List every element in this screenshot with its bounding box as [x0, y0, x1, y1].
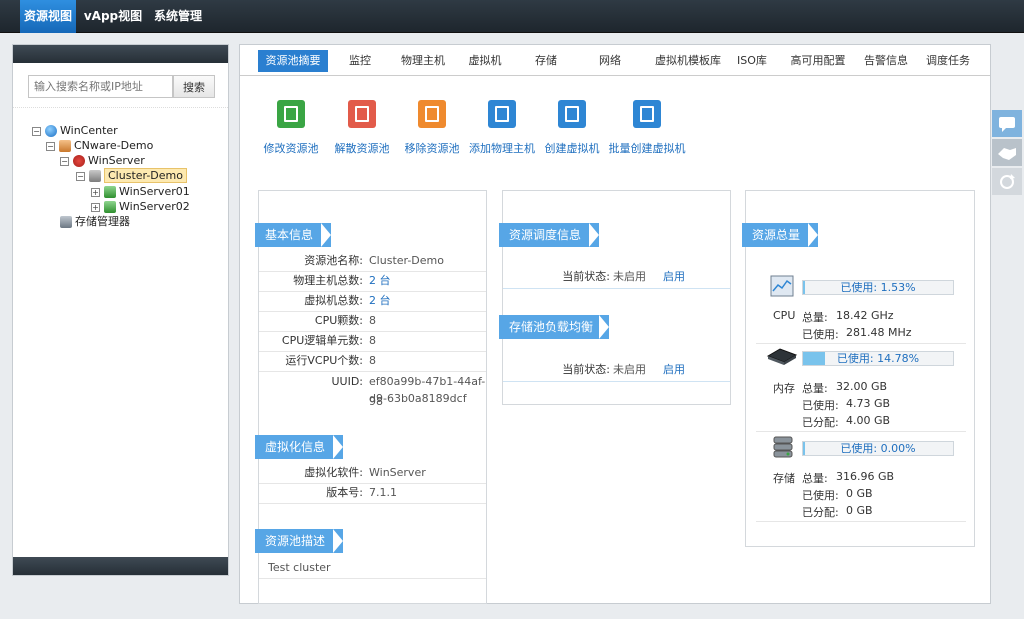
enable-storage-lb-link[interactable]: 启用	[663, 360, 685, 380]
batch-create-icon	[633, 100, 661, 128]
refresh-icon[interactable]	[992, 168, 1022, 196]
tab-vm-template-library[interactable]: 虚拟机模板库	[644, 50, 732, 72]
tab-virtual-machines[interactable]: 虚拟机	[462, 50, 508, 72]
collapse-toggle-icon[interactable]: −	[46, 141, 55, 151]
tree-node-datacenter[interactable]: − CNware-Demo	[46, 138, 153, 153]
add-host-icon	[488, 100, 516, 128]
tab-physical-hosts[interactable]: 物理主机	[395, 50, 451, 72]
winserver-logo-icon	[73, 155, 85, 167]
scheduling-card: 资源调度信息 当前状态: 未启用 启用 存储池负载均衡 当前状态: 未启用 启用	[499, 190, 731, 405]
search-button[interactable]: 搜索	[173, 75, 215, 98]
kv-uuid-cont: d9-63b0a8189dcf	[369, 392, 467, 405]
collapse-toggle-icon[interactable]: −	[60, 156, 69, 166]
dissolve-pool-button[interactable]: 解散资源池	[322, 100, 402, 156]
tab-iso-library[interactable]: ISO库	[732, 50, 772, 72]
memory-usage-bar: 已使用: 14.78%	[802, 351, 954, 366]
storage-disk-icon	[773, 436, 793, 458]
resource-pool-summary-panel: 资源池摘要 监控 物理主机 虚拟机 存储 网络 虚拟机模板库 ISO库 高可用配…	[239, 44, 991, 604]
collapse-toggle-icon[interactable]: −	[76, 171, 85, 181]
host-icon	[104, 186, 116, 198]
tab-network[interactable]: 网络	[588, 50, 632, 72]
tree-node-host2[interactable]: + WinServer02	[91, 199, 190, 214]
tree-node-cluster[interactable]: − Cluster-Demo	[76, 168, 187, 183]
tree-node-wincenter[interactable]: − WinCenter	[32, 123, 118, 138]
divider	[13, 107, 228, 108]
cpu-usage-bar: 已使用: 1.53%	[802, 280, 954, 295]
nav-system-management[interactable]: 系统管理	[150, 0, 206, 33]
tab-monitor[interactable]: 监控	[338, 50, 382, 72]
tab-scheduled-tasks[interactable]: 调度任务	[922, 50, 974, 72]
cpu-chart-icon	[770, 275, 794, 297]
tab-bar: 资源池摘要 监控 物理主机 虚拟机 存储 网络 虚拟机模板库 ISO库 高可用配…	[240, 45, 990, 76]
lb-status-row: 当前状态: 未启用 启用	[503, 360, 730, 380]
resource-totals-card: 资源总量 已使用: 1.53% CPU 总量: 18.42 GHz 已使用: 2…	[742, 190, 975, 547]
tree-node-host1[interactable]: + WinServer01	[91, 184, 190, 199]
expand-toggle-icon[interactable]: +	[91, 202, 100, 212]
storage-manager-icon	[60, 216, 72, 228]
tab-pool-summary[interactable]: 资源池摘要	[258, 50, 328, 72]
section-ribbon-virtualization: 虚拟化信息	[255, 435, 343, 459]
section-ribbon-scheduling: 资源调度信息	[499, 223, 599, 247]
tab-alarm-info[interactable]: 告警信息	[860, 50, 912, 72]
pool-description: Test cluster	[268, 561, 331, 574]
collapse-toggle-icon[interactable]: −	[32, 126, 41, 136]
enable-scheduling-link[interactable]: 启用	[663, 267, 685, 287]
kv-running-vcpu: 运行VCPU个数: 8	[285, 354, 376, 367]
basic-info-card: 基本信息 资源池名称: Cluster-Demo 物理主机总数: 2 台 虚拟机总数…	[255, 190, 487, 604]
kv-cpu-logical: CPU逻辑单元数: 8	[281, 334, 376, 347]
datacenter-icon	[59, 140, 71, 152]
tab-storage[interactable]: 存储	[524, 50, 568, 72]
search-input[interactable]	[28, 75, 173, 98]
expand-toggle-icon[interactable]: +	[91, 187, 100, 197]
panel-header-bar	[13, 45, 228, 63]
tab-ha-config[interactable]: 高可用配置	[788, 50, 848, 72]
dissolve-icon	[348, 100, 376, 128]
memory-module-icon	[766, 348, 798, 365]
kv-version: 版本号: 7.1.1	[326, 486, 397, 499]
edit-icon	[277, 100, 305, 128]
handshake-icon[interactable]	[992, 139, 1022, 167]
kv-vm-count: 虚拟机总数: 2 台	[304, 294, 391, 307]
tree-node-storage-manager[interactable]: 存储管理器	[60, 214, 130, 229]
remove-pool-button[interactable]: 移除资源池	[392, 100, 472, 156]
batch-create-vm-button[interactable]: 批量创建虚拟机	[607, 100, 687, 156]
tree-node-winserver[interactable]: − WinServer	[60, 153, 145, 168]
remove-icon	[418, 100, 446, 128]
plus-icon	[558, 100, 586, 128]
section-ribbon-totals: 资源总量	[742, 223, 818, 247]
nav-resource-view[interactable]: 资源视图	[20, 0, 76, 33]
add-physical-host-button[interactable]: 添加物理主机	[462, 100, 542, 156]
section-ribbon-basic: 基本信息	[255, 223, 331, 247]
host-icon	[104, 201, 116, 213]
nav-vapp-view[interactable]: vApp视图	[82, 0, 144, 33]
create-vm-button[interactable]: 创建虚拟机	[532, 100, 612, 156]
section-ribbon-description: 资源池描述	[255, 529, 343, 553]
section-ribbon-storage-lb: 存储池负载均衡	[499, 315, 609, 339]
modify-pool-button[interactable]: 修改资源池	[251, 100, 331, 156]
globe-icon	[45, 125, 57, 137]
top-navigation-bar: 资源视图 vApp视图 系统管理	[0, 0, 1024, 33]
kv-virt-software: 虚拟化软件: WinServer	[304, 466, 426, 479]
cluster-icon	[89, 170, 101, 182]
kv-pool-name: 资源池名称: Cluster-Demo	[304, 254, 444, 267]
panel-footer-bar	[13, 557, 228, 575]
resource-tree-panel: 搜索 −WinCenter −CNware-Demo −WinServer −C…	[12, 44, 229, 576]
chat-icon[interactable]	[992, 110, 1022, 138]
kv-cpu-sockets: CPU颗数: 8	[314, 314, 376, 327]
storage-usage-bar: 已使用: 0.00%	[802, 441, 954, 456]
kv-host-count: 物理主机总数: 2 台	[293, 274, 391, 287]
sched-status-row: 当前状态: 未启用 启用	[503, 267, 730, 287]
